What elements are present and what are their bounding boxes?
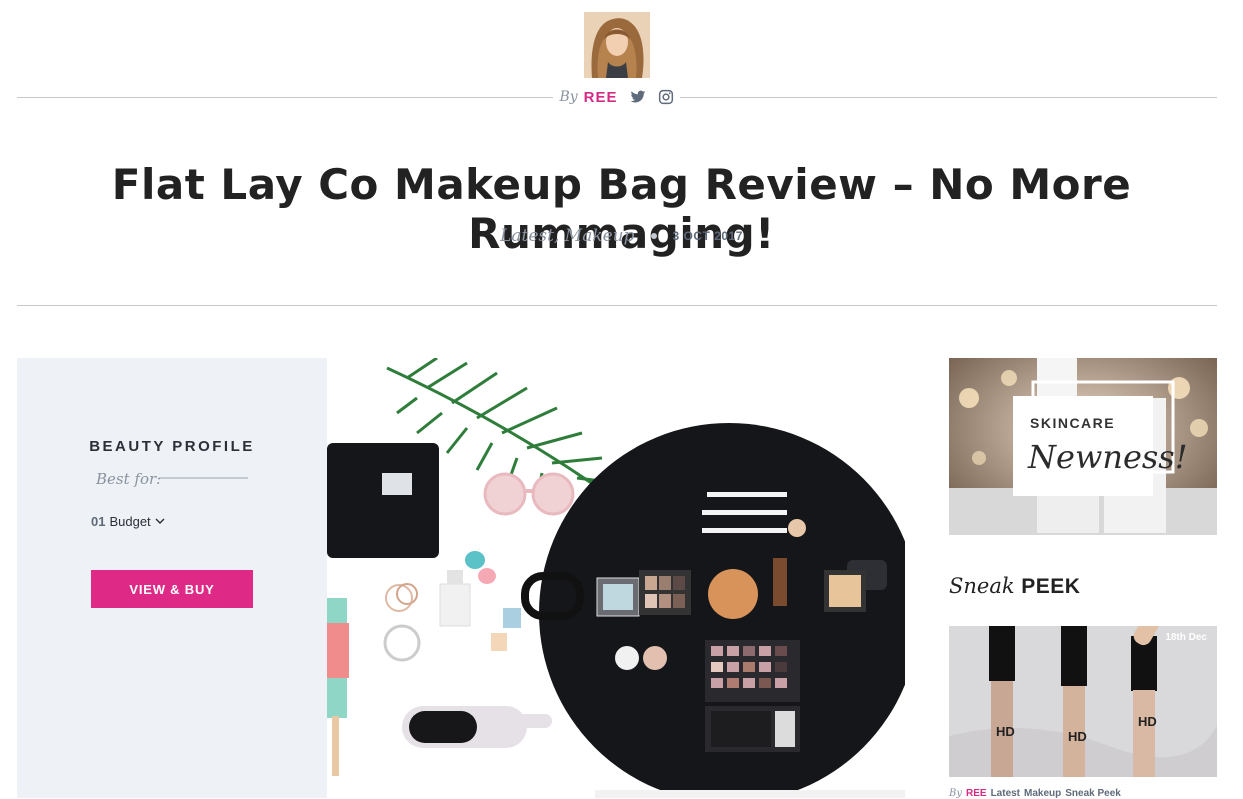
view-and-buy-button[interactable]: VIEW & BUY	[91, 570, 253, 608]
featured-image	[327, 358, 905, 798]
category-makeup-link[interactable]: Makeup	[565, 226, 635, 246]
post-meta: Latest, Makeup 3 OCT 2017	[0, 226, 1243, 246]
sneak-category-sneak-peek[interactable]: Sneak Peek	[1065, 788, 1121, 799]
chevron-down-icon	[155, 514, 165, 529]
category-latest-link[interactable]: Latest	[500, 226, 554, 246]
category-separator: ,	[553, 226, 560, 246]
author-avatar[interactable]	[584, 12, 650, 78]
post-categories: Latest, Makeup	[500, 226, 634, 246]
post-date: 3 OCT 2017	[672, 229, 743, 243]
sneak-category-latest[interactable]: Latest	[991, 788, 1020, 799]
budget-dropdown[interactable]: 01 Budget	[91, 514, 165, 529]
best-for-divider	[160, 477, 248, 479]
by-label: By	[559, 89, 578, 105]
beauty-profile-panel: BEAUTY PROFILE Best for: 01 Budget VIEW …	[17, 358, 327, 798]
author-name-link[interactable]: REE	[584, 89, 618, 106]
sneak-category-makeup[interactable]: Makeup	[1024, 788, 1061, 799]
sneak-peek-meta: By REE Latest Makeup Sneak Peek	[949, 788, 1121, 799]
instagram-icon[interactable]	[658, 89, 674, 105]
budget-number: 01	[91, 514, 106, 529]
sneak-peek-date: 18th Dec	[1165, 632, 1207, 643]
svg-text:HD: HD	[996, 724, 1015, 739]
twitter-icon[interactable]	[630, 89, 646, 105]
meta-dot	[650, 233, 657, 239]
budget-label: Budget	[109, 514, 151, 529]
skincare-newness-banner[interactable]: SKINCARE Newness!	[949, 358, 1217, 535]
sneak-peek-heading: Sneak PEEK	[949, 574, 1081, 598]
svg-text:HD: HD	[1068, 729, 1087, 744]
beauty-profile-title: BEAUTY PROFILE	[89, 438, 255, 455]
title-divider	[17, 305, 1217, 306]
ad-line1: SKINCARE	[1030, 415, 1115, 431]
ad-line2: Newness!	[1027, 438, 1188, 476]
sneak-author-link[interactable]: REE	[966, 788, 987, 799]
sneak-peek-image[interactable]: HD HD HD 18th Dec	[949, 626, 1217, 777]
sneak-by-label: By	[949, 788, 962, 799]
author-byline: By REE	[553, 84, 680, 110]
svg-text:HD: HD	[1138, 714, 1157, 729]
best-for-label: Best for:	[96, 470, 162, 488]
